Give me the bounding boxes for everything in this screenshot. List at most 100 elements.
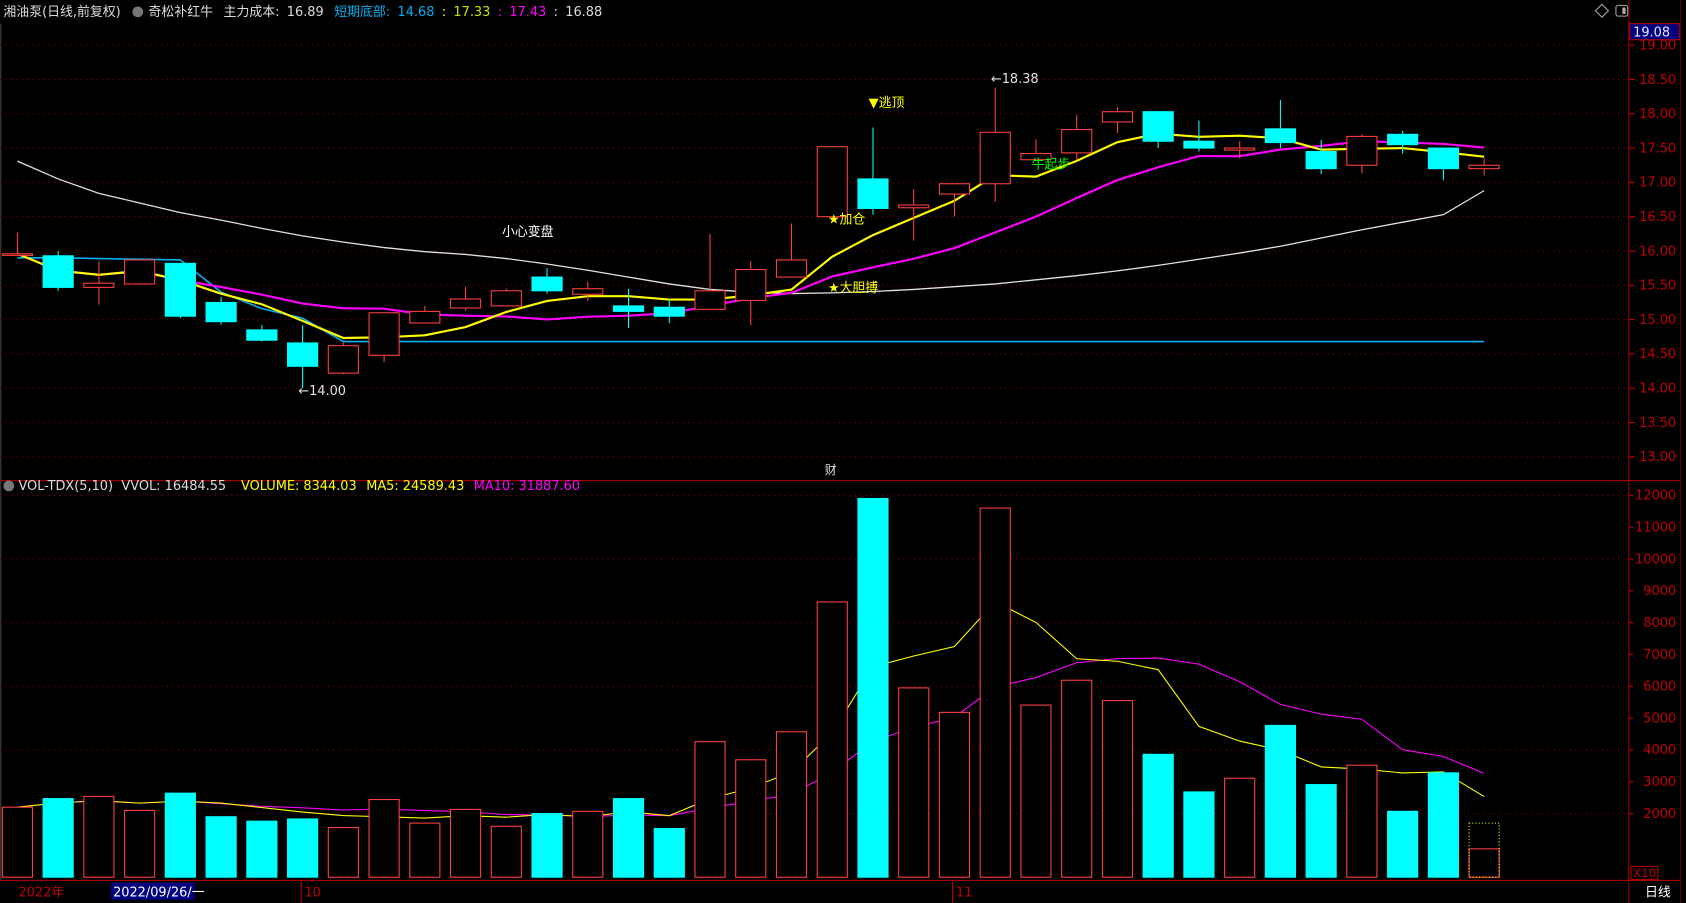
candle-up xyxy=(368,312,400,356)
candle-up xyxy=(327,345,359,374)
volume-bar xyxy=(979,507,1011,878)
candle-down xyxy=(857,178,889,209)
candle-up xyxy=(124,259,156,285)
volume-bar xyxy=(1305,784,1337,878)
volume-unit: X10 xyxy=(1633,866,1656,880)
volume-bar xyxy=(246,820,278,878)
candle-up xyxy=(1224,147,1256,151)
candle-up xyxy=(83,282,115,288)
month-11-label: 11 xyxy=(956,886,972,901)
candle-down xyxy=(205,301,237,323)
volume-bar xyxy=(653,827,685,878)
volume-tick-label: 6000 xyxy=(1643,680,1676,695)
volume-tick-label: 8000 xyxy=(1643,616,1676,631)
volume-bar xyxy=(612,798,645,878)
volume-bar xyxy=(816,601,848,878)
candle-down xyxy=(42,255,74,288)
stock-chart[interactable]: 湘油泵(日线,前复权) 奇松补红牛 主力成本: 16.89 短期底部: 14.6… xyxy=(0,0,1686,903)
candle-up xyxy=(694,290,726,310)
month-10-label: 10 xyxy=(304,886,320,901)
volume-bar xyxy=(531,813,563,878)
candle-down xyxy=(164,262,196,317)
volume-bar xyxy=(1468,848,1500,878)
chart-annotation: ←18.38 xyxy=(991,72,1039,87)
volume-bar xyxy=(1101,700,1134,878)
volume-bar xyxy=(409,822,441,878)
volume-tick-label: 4000 xyxy=(1643,743,1676,758)
stock-name: 湘油泵(日线,前复权) xyxy=(3,4,120,20)
price-tick-label: 19.00 xyxy=(1639,38,1676,53)
price-tick-label: 14.50 xyxy=(1639,347,1676,362)
price-tick-label: 15.00 xyxy=(1639,313,1676,328)
volume-bar xyxy=(694,741,726,878)
candle-down xyxy=(1387,133,1419,146)
price-tick-label: 13.50 xyxy=(1639,416,1676,431)
volume-bar xyxy=(449,808,482,878)
chart-annotation: ←14.00 xyxy=(298,384,346,399)
volume-bar xyxy=(368,799,400,878)
candle-down xyxy=(612,305,645,312)
volume-tick-label: 2000 xyxy=(1643,807,1676,822)
volume-bar xyxy=(490,825,522,878)
candle-up xyxy=(572,288,604,295)
volume-bar xyxy=(1183,791,1215,878)
volume-bar xyxy=(1264,724,1297,878)
price-tick-label: 18.00 xyxy=(1639,107,1676,122)
candle-up xyxy=(898,204,930,209)
candle-down xyxy=(1142,111,1174,142)
volume-bar xyxy=(124,809,156,878)
candle-up xyxy=(409,310,441,324)
candle-down xyxy=(246,329,278,341)
price-tick-label: 16.50 xyxy=(1639,210,1676,225)
volume-header: VOL-TDX(5,10) VVOL: 16484.55 VOLUME: 834… xyxy=(18,479,580,494)
candle-up xyxy=(979,131,1011,185)
candle-down xyxy=(1305,150,1337,170)
candle-down xyxy=(1183,140,1215,149)
cursor-date: 2022/09/26/一 xyxy=(113,886,205,901)
volume-dropdown-icon[interactable] xyxy=(3,480,15,492)
volume-tick-label: 11000 xyxy=(1635,520,1676,535)
volume-bar xyxy=(1020,704,1052,878)
finance-marker[interactable]: 财 xyxy=(825,463,837,477)
chart-annotation: ▼逃顶 xyxy=(869,96,905,111)
volume-bar xyxy=(1224,777,1256,878)
price-tick-label: 16.00 xyxy=(1639,244,1676,259)
period-button[interactable]: 日线 xyxy=(1645,886,1671,901)
candle-up xyxy=(490,290,522,307)
volume-bar xyxy=(1346,764,1378,878)
volume-bar xyxy=(775,731,808,878)
volume-tick-label: 12000 xyxy=(1635,489,1676,504)
volume-tick-label: 5000 xyxy=(1643,711,1676,726)
year-label: 2022年 xyxy=(18,886,64,901)
candle-down xyxy=(287,342,319,367)
candle-down xyxy=(1264,128,1297,144)
price-tick-label: 18.50 xyxy=(1639,73,1676,88)
chart-annotation: ★大胆搏 xyxy=(828,280,878,296)
price-tick-label: 17.50 xyxy=(1639,141,1676,156)
volume-tick-label: 3000 xyxy=(1643,775,1676,790)
indicator-dropdown-icon[interactable] xyxy=(132,6,144,18)
volume-bar xyxy=(164,792,196,878)
price-tick-label: 13.00 xyxy=(1639,450,1676,465)
candle-up xyxy=(735,268,767,301)
volume-bar xyxy=(1142,753,1174,878)
volume-bar xyxy=(1427,772,1459,878)
price-tick-label: 14.00 xyxy=(1639,382,1676,397)
chart-annotation: 小心变盘 xyxy=(502,224,554,240)
candle-up xyxy=(1061,129,1093,154)
volume-bar xyxy=(1061,679,1093,878)
candle-down xyxy=(1427,147,1459,170)
volume-bar xyxy=(735,759,767,878)
volume-tick-label: 10000 xyxy=(1635,552,1676,567)
volume-tick-label: 9000 xyxy=(1643,584,1676,599)
chart-header: 湘油泵(日线,前复权) xyxy=(3,4,120,20)
candle-up xyxy=(938,183,971,195)
indicator-line: 奇松补红牛 主力成本: 16.89 短期底部: 14.68 : 17.33 : … xyxy=(149,4,603,20)
volume-bar xyxy=(287,818,319,878)
price-tick-label: 15.50 xyxy=(1639,279,1676,294)
volume-bar xyxy=(898,687,930,878)
candle-up xyxy=(449,298,482,309)
volume-bar xyxy=(572,810,604,878)
candle-down xyxy=(653,306,685,317)
cursor-price: 19.08 xyxy=(1633,26,1670,41)
